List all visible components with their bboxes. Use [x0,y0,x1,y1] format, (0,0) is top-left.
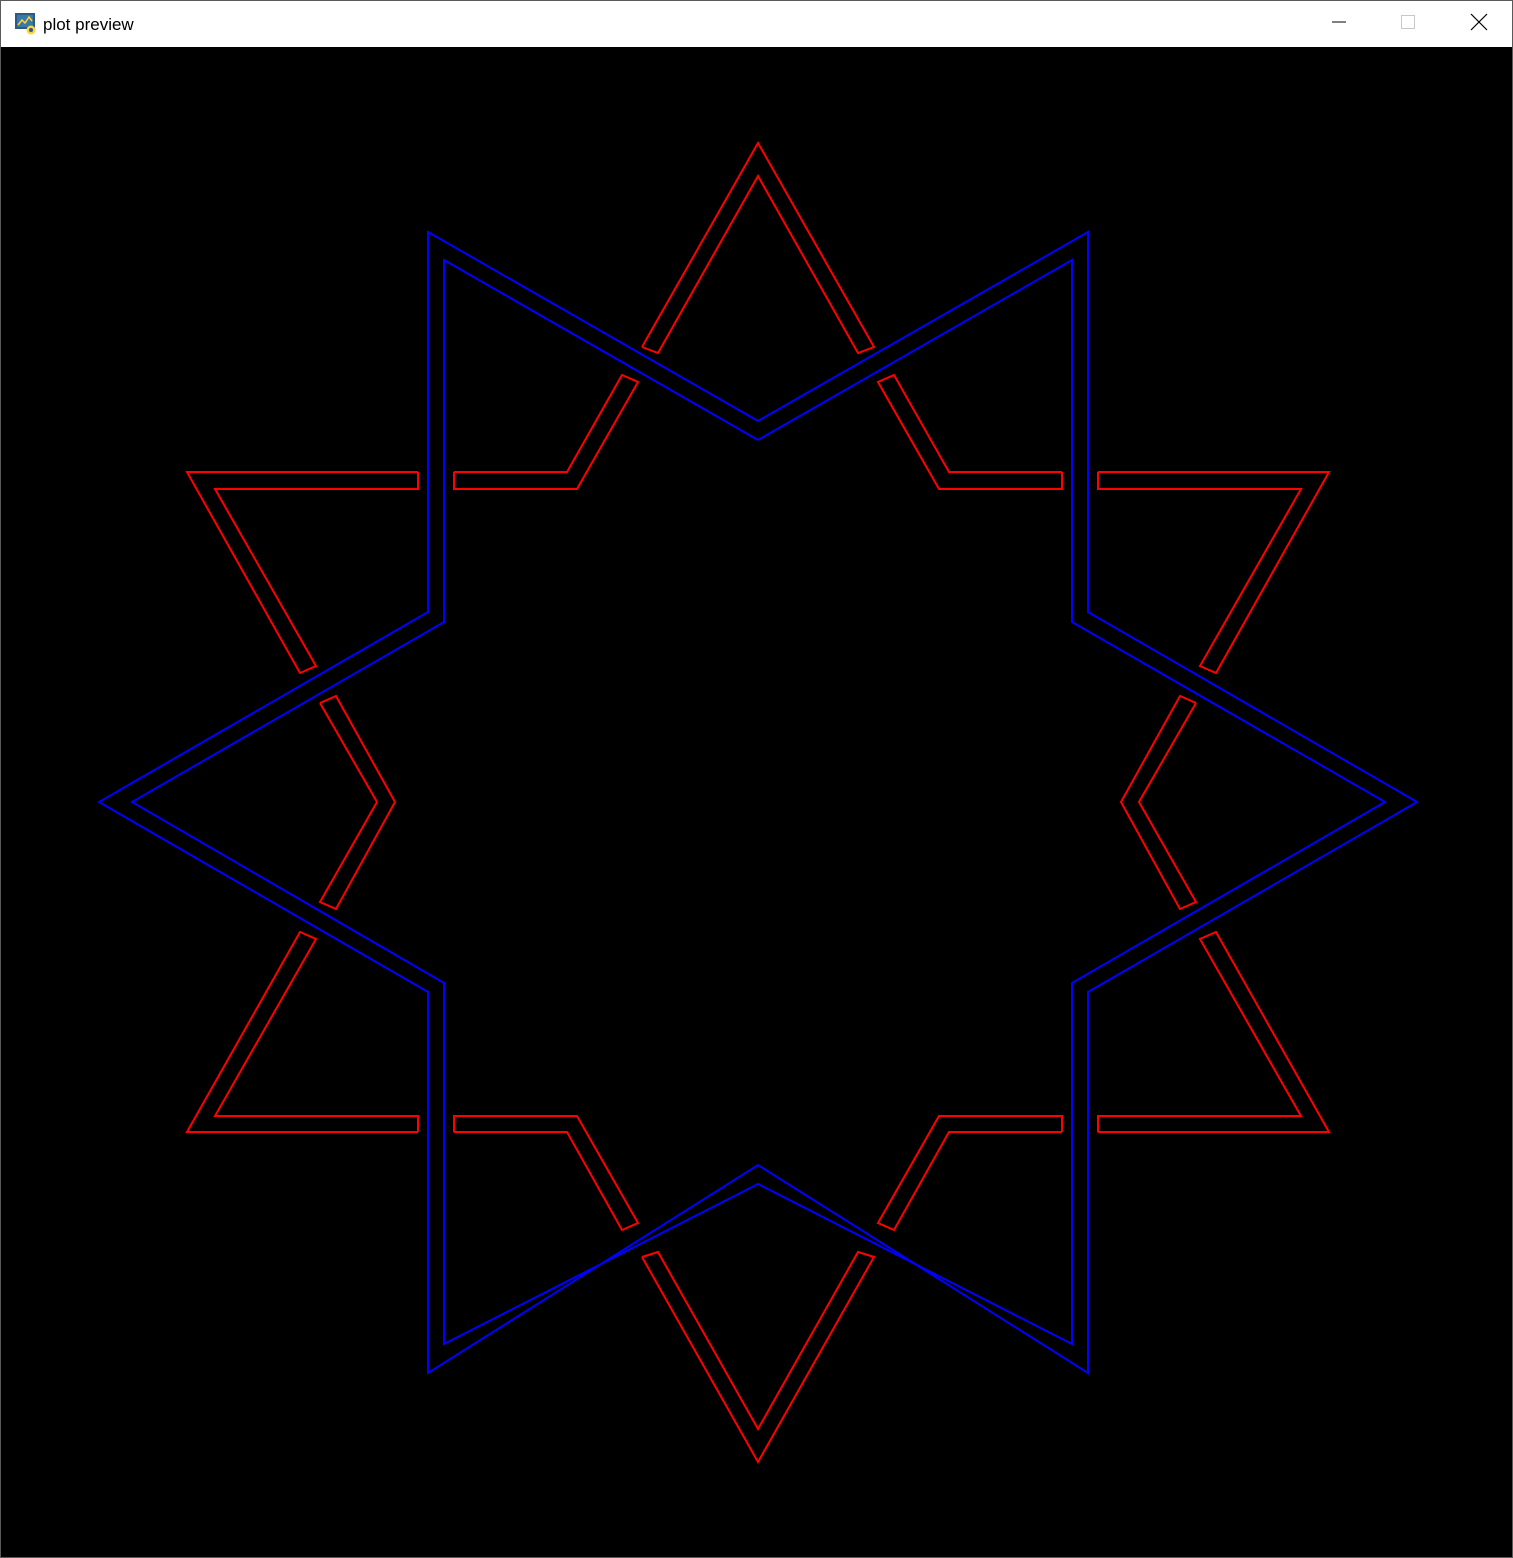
red-star-segment [318,694,397,911]
window-title: plot preview [43,15,134,34]
inner-blue-star [97,230,1419,1375]
plot-canvas[interactable] [1,47,1512,1557]
plot-preview-window: plot preview [0,0,1513,1558]
red-star-segment [641,1250,876,1465]
title-bar[interactable]: plot preview [1,1,1512,47]
red-star-segment [876,1115,1063,1232]
red-star-segment [876,373,1063,490]
close-icon [1470,13,1488,36]
red-star-segment [641,140,876,355]
red-star-segment [185,471,419,675]
red-star-segment [1119,694,1198,911]
close-button[interactable] [1456,1,1502,47]
plot-drawing [97,140,1419,1465]
python-plot-icon [15,13,37,35]
maximize-icon [1400,14,1416,35]
outer-red-star [185,140,1331,1465]
minimize-icon [1331,14,1347,35]
maximize-button[interactable] [1385,1,1431,47]
blue-star-inner-outline [130,258,1388,1346]
blue-star-outer-outline [97,230,1419,1375]
minimize-button[interactable] [1316,1,1362,47]
red-star-segment [453,373,640,490]
red-star-segment [453,1115,640,1232]
red-star-segment [1097,930,1331,1133]
red-star-segment [185,930,419,1133]
red-star-segment [1097,471,1331,675]
